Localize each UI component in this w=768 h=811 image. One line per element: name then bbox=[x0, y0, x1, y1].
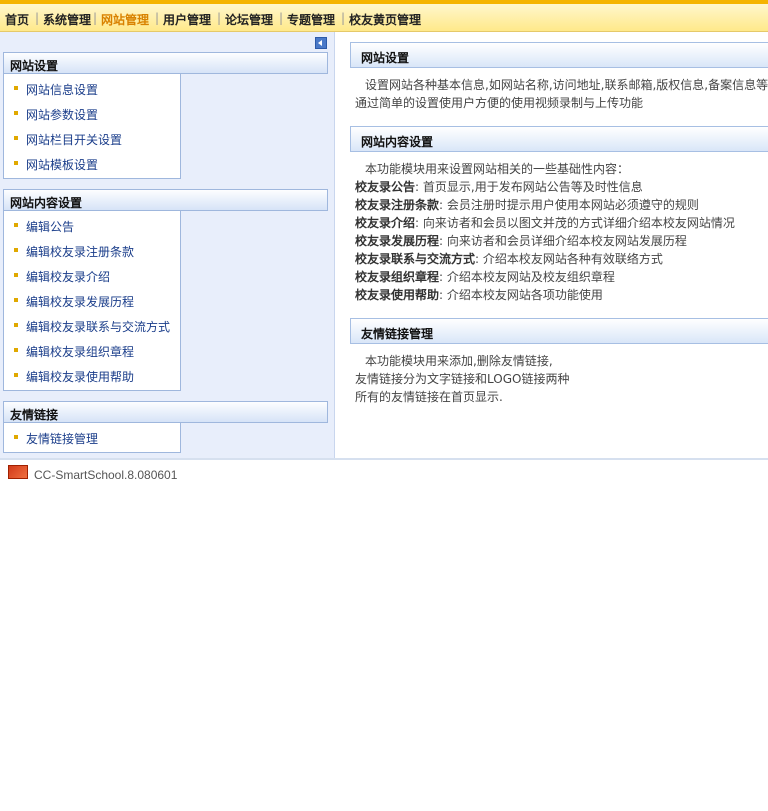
nav-separator: | bbox=[155, 11, 160, 25]
definition-line: 校友录介绍: 向来访者和会员以图文并茂的方式详细介绍本校友网站情况 bbox=[355, 214, 768, 231]
nav-separator: | bbox=[93, 11, 98, 25]
version-label: CC-SmartSchool.8.080601 bbox=[34, 468, 178, 482]
footer: CC-SmartSchool.8.080601 bbox=[0, 460, 768, 490]
definition-desc: : 介绍本校友网站各项功能使用 bbox=[439, 288, 603, 302]
nav-separator: | bbox=[35, 11, 40, 25]
definition-line: 校友录联系与交流方式: 介绍本校友网站各种有效联络方式 bbox=[355, 250, 768, 267]
panel-title-content-settings: 网站内容设置 bbox=[3, 189, 328, 211]
menu-item-label: 编辑校友录使用帮助 bbox=[26, 370, 135, 384]
product-logo-icon bbox=[8, 465, 28, 479]
nav-system[interactable]: 系统管理 bbox=[43, 11, 91, 28]
menu-item-label: 编辑校友录注册条款 bbox=[26, 245, 135, 259]
section-title-link-management: 友情链接管理 bbox=[350, 318, 768, 344]
menu-item-label: 编辑校友录组织章程 bbox=[26, 345, 135, 359]
definition-term: 校友录使用帮助 bbox=[355, 288, 440, 302]
definition-term: 校友录组织章程 bbox=[355, 270, 440, 284]
section-text: 通过简单的设置使用户方便的使用视频录制与上传功能 bbox=[355, 96, 644, 110]
menu-item-label: 网站模板设置 bbox=[26, 158, 99, 172]
menu-item-label: 网站参数设置 bbox=[26, 108, 99, 122]
panel-list-content-settings: 编辑公告 编辑校友录注册条款 编辑校友录介绍 编辑校友录发展历程 编辑校友录联系… bbox=[3, 211, 181, 391]
section-text: 所有的友情链接在首页显示. bbox=[355, 390, 503, 404]
definition-term: 校友录发展历程 bbox=[355, 234, 440, 248]
definition-line: 校友录使用帮助: 介绍本校友网站各项功能使用 bbox=[355, 286, 768, 303]
menu-item-label: 网站信息设置 bbox=[26, 83, 99, 97]
nav-separator: | bbox=[341, 11, 346, 25]
panel-title-site-settings: 网站设置 bbox=[3, 52, 328, 74]
definition-line: 校友录注册条款: 会员注册时提示用户使用本网站必须遵守的规则 bbox=[355, 196, 768, 213]
panel-title-links: 友情链接 bbox=[3, 401, 328, 423]
bullet-icon bbox=[14, 348, 18, 352]
definition-desc: : 首页显示,用于发布网站公告等及时性信息 bbox=[415, 180, 643, 194]
menu-item-label: 网站栏目开关设置 bbox=[26, 133, 123, 147]
nav-separator: | bbox=[217, 11, 222, 25]
bullet-icon bbox=[14, 111, 18, 115]
section-title-site-settings: 网站设置 bbox=[350, 42, 768, 68]
bullet-icon bbox=[14, 373, 18, 377]
section-title-content-settings: 网站内容设置 bbox=[350, 126, 768, 152]
menu-item-label: 编辑公告 bbox=[26, 220, 75, 234]
section-text: 设置网站各种基本信息,如网站名称,访问地址,联系邮箱,版权信息,备案信息等 bbox=[365, 78, 768, 92]
main-content: 网站设置 设置网站各种基本信息,如网站名称,访问地址,联系邮箱,版权信息,备案信… bbox=[335, 32, 768, 459]
menu-item-label: 编辑校友录发展历程 bbox=[26, 295, 135, 309]
section-text: 友情链接分为文字链接和LOGO链接两种 bbox=[355, 372, 570, 386]
menu-item-label: 编辑校友录介绍 bbox=[26, 270, 111, 284]
section-text: 本功能模块用来添加,删除友情链接, bbox=[365, 354, 553, 368]
definition-term: 校友录注册条款 bbox=[355, 198, 440, 212]
bullet-icon bbox=[14, 161, 18, 165]
menu-item-label: 友情链接管理 bbox=[26, 432, 99, 446]
definition-line: 校友录公告: 首页显示,用于发布网站公告等及时性信息 bbox=[355, 178, 768, 195]
nav-separator: | bbox=[279, 11, 284, 25]
nav-website[interactable]: 网站管理 bbox=[101, 11, 149, 28]
panel-list-site-settings: 网站信息设置 网站参数设置 网站栏目开关设置 网站模板设置 bbox=[3, 74, 181, 179]
definition-desc: : 介绍本校友网站各种有效联络方式 bbox=[475, 252, 663, 266]
nav-yellow-pages[interactable]: 校友黄页管理 bbox=[349, 11, 421, 28]
nav-users[interactable]: 用户管理 bbox=[163, 11, 211, 28]
bullet-icon bbox=[14, 223, 18, 227]
nav-topics[interactable]: 专题管理 bbox=[287, 11, 335, 28]
definition-term: 校友录介绍 bbox=[355, 216, 416, 230]
bullet-icon bbox=[14, 273, 18, 277]
bullet-icon bbox=[14, 323, 18, 327]
nav-forum[interactable]: 论坛管理 bbox=[225, 11, 273, 28]
definition-desc: : 介绍本校友网站及校友组织章程 bbox=[439, 270, 615, 284]
definition-desc: : 会员注册时提示用户使用本网站必须遵守的规则 bbox=[439, 198, 699, 212]
bullet-icon bbox=[14, 136, 18, 140]
panel-list-links: 友情链接管理 bbox=[3, 423, 181, 453]
menu-item-label: 编辑校友录联系与交流方式 bbox=[26, 320, 171, 334]
definition-term: 校友录联系与交流方式 bbox=[355, 252, 476, 266]
top-navigation: 首页 | 系统管理 | 网站管理 | 用户管理 | 论坛管理 | 专题管理 | … bbox=[0, 4, 768, 32]
definition-line: 校友录发展历程: 向来访者和会员详细介绍本校友网站发展历程 bbox=[355, 232, 768, 249]
definition-term: 校友录公告 bbox=[355, 180, 416, 194]
definition-line: 校友录组织章程: 介绍本校友网站及校友组织章程 bbox=[355, 268, 768, 285]
sidebar: 网站设置 网站信息设置 网站参数设置 网站栏目开关设置 网站模板设置 网站内容设… bbox=[0, 32, 335, 459]
bullet-icon bbox=[14, 86, 18, 90]
section-intro: 本功能模块用来设置网站相关的一些基础性内容： bbox=[365, 162, 630, 176]
bullet-icon bbox=[14, 248, 18, 252]
bullet-icon bbox=[14, 435, 18, 439]
nav-home[interactable]: 首页 bbox=[5, 11, 29, 28]
bullet-icon bbox=[14, 298, 18, 302]
definition-desc: : 向来访者和会员详细介绍本校友网站发展历程 bbox=[439, 234, 687, 248]
definition-desc: : 向来访者和会员以图文并茂的方式详细介绍本校友网站情况 bbox=[415, 216, 735, 230]
collapse-left-icon[interactable] bbox=[315, 37, 327, 49]
